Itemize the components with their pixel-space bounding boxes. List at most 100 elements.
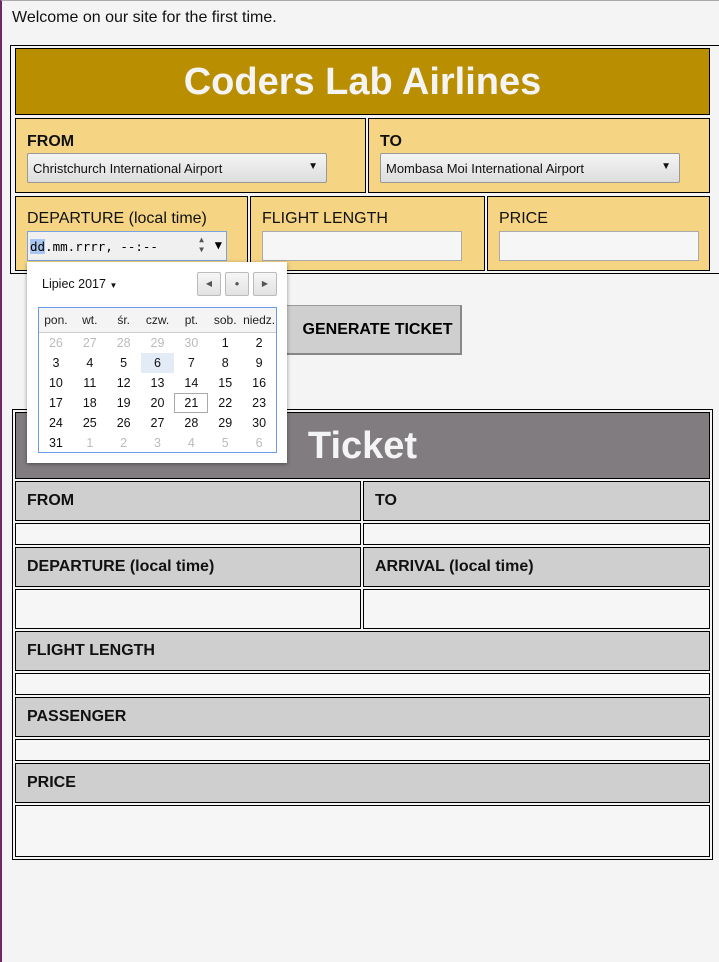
welcome-message: Welcome on our site for the first time. <box>12 9 277 26</box>
ticket-from-label-cell: FROM <box>15 481 361 521</box>
weekday-label: czw. <box>145 313 170 327</box>
spinner-icon[interactable]: ▲ ▼ <box>199 235 204 255</box>
ticket-price-value <box>15 805 710 857</box>
ticket-from-value <box>15 523 361 545</box>
ticket-passenger-label: PASSENGER <box>27 708 127 725</box>
ticket-to-label: TO <box>375 492 397 509</box>
ticket-flight-length-label: FLIGHT LENGTH <box>27 642 155 659</box>
calendar-day[interactable]: 28 <box>174 413 208 433</box>
calendar-dropdown-icon[interactable]: ▼ <box>215 238 222 252</box>
calendar-day[interactable]: 18 <box>73 393 107 413</box>
ticket-arrival-label-cell: ARRIVAL (local time) <box>363 547 710 587</box>
calendar-grid: pon. wt. śr. czw. pt. sob. niedz. 26 27 28 29 30 1 2… <box>38 307 277 453</box>
calendar-week: 26 27 28 29 30 1 2 <box>39 333 276 353</box>
to-cell: TO Mombasa Moi International Airport ▼ <box>368 118 710 193</box>
ticket-arrival-label: ARRIVAL (local time) <box>375 558 534 575</box>
departure-input[interactable]: dd.mm.rrrr, --:-- ▲ ▼ ▼ <box>27 231 227 261</box>
calendar-day[interactable]: 30 <box>174 333 208 353</box>
calendar-day[interactable]: 28 <box>107 333 141 353</box>
calendar-day[interactable]: 4 <box>174 433 208 453</box>
calendar-day[interactable]: 8 <box>208 353 242 373</box>
calendar-day[interactable]: 9 <box>242 353 276 373</box>
calendar-day[interactable]: 29 <box>208 413 242 433</box>
month-selector[interactable]: Lipiec 2017 ▼ <box>42 277 117 291</box>
calendar-week: 31 1 2 3 4 5 6 <box>39 433 276 453</box>
flight-length-input[interactable] <box>262 231 462 261</box>
calendar-day[interactable]: 13 <box>141 373 175 393</box>
form-title: Coders Lab Airlines <box>15 48 710 115</box>
day-segment: dd <box>30 239 46 254</box>
calendar-day[interactable]: 23 <box>242 393 276 413</box>
calendar-day[interactable]: 19 <box>107 393 141 413</box>
chevron-down-icon: ▼ <box>661 161 671 172</box>
calendar-week: 3456789 <box>39 353 276 373</box>
today-button[interactable]: ● <box>225 272 249 296</box>
from-label: FROM <box>27 133 75 150</box>
calendar-week: 24 25 26 27 28 29 30 <box>39 413 276 433</box>
calendar-day[interactable]: 2 <box>107 433 141 453</box>
calendar-day[interactable]: 26 <box>39 333 73 353</box>
calendar-week: 10 11 12 13 14 15 16 <box>39 373 276 393</box>
ticket-from-label: FROM <box>27 492 75 509</box>
generate-ticket-button[interactable]: GENERATE TICKET <box>264 305 462 355</box>
calendar-day[interactable]: 5 <box>107 353 141 373</box>
to-select[interactable]: Mombasa Moi International Airport ▼ <box>380 153 680 183</box>
calendar-day[interactable]: 3 <box>39 353 73 373</box>
caret-down-icon: ▼ <box>109 281 118 290</box>
calendar-day[interactable]: 26 <box>107 413 141 433</box>
calendar-day[interactable]: 10 <box>39 373 73 393</box>
weekday-label: pon. <box>44 313 68 327</box>
calendar-day[interactable]: 12 <box>107 373 141 393</box>
month-label: Lipiec 2017 <box>42 277 106 291</box>
ticket-departure-label: DEPARTURE (local time) <box>27 558 215 575</box>
weekday-label: śr. <box>117 313 130 327</box>
calendar-day[interactable]: 6 <box>242 433 276 453</box>
ticket-passenger-label-cell: PASSENGER <box>15 697 710 737</box>
calendar-day[interactable]: 1 <box>73 433 107 453</box>
price-cell: PRICE <box>487 196 710 271</box>
calendar-day[interactable]: 21 <box>174 393 209 413</box>
calendar-day[interactable]: 20 <box>141 393 175 413</box>
weekday-header: pon. wt. śr. czw. pt. sob. niedz. <box>39 308 276 333</box>
calendar-day[interactable]: 15 <box>208 373 242 393</box>
calendar-day[interactable]: 6 <box>140 353 175 373</box>
flight-length-cell: FLIGHT LENGTH <box>250 196 485 271</box>
ticket-to-label-cell: TO <box>363 481 710 521</box>
from-select[interactable]: Christchurch International Airport ▼ <box>27 153 327 183</box>
calendar-day[interactable]: 14 <box>174 373 208 393</box>
to-value: Mombasa Moi International Airport <box>386 161 584 176</box>
prev-month-button[interactable]: ◀ <box>197 272 221 296</box>
calendar-day[interactable]: 27 <box>141 413 175 433</box>
calendar-day[interactable]: 16 <box>242 373 276 393</box>
price-input[interactable] <box>499 231 699 261</box>
calendar-day[interactable]: 7 <box>174 353 208 373</box>
date-rest: .mm.rrrr, --:-- <box>45 239 158 254</box>
calendar-day[interactable]: 29 <box>141 333 175 353</box>
price-label: PRICE <box>499 210 548 227</box>
departure-cell: DEPARTURE (local time) dd.mm.rrrr, --:--… <box>15 196 248 271</box>
calendar-day[interactable]: 1 <box>208 333 242 353</box>
calendar-day[interactable]: 24 <box>39 413 73 433</box>
weekday-label: sob. <box>213 313 237 327</box>
date-picker-popup: Lipiec 2017 ▼ ◀ ● ▶ pon. wt. śr. czw. pt. sob… <box>27 262 287 463</box>
calendar-day[interactable]: 31 <box>39 433 73 453</box>
calendar-day[interactable]: 4 <box>73 353 107 373</box>
chevron-down-icon: ▼ <box>308 161 318 172</box>
ticket-price-label: PRICE <box>27 774 76 791</box>
next-month-button[interactable]: ▶ <box>253 272 277 296</box>
calendar-week: 17 18 19 20 21 22 23 <box>39 393 276 413</box>
calendar-day[interactable]: 11 <box>73 373 107 393</box>
calendar-day[interactable]: 25 <box>73 413 107 433</box>
calendar-day[interactable]: 22 <box>208 393 242 413</box>
calendar-day[interactable]: 17 <box>39 393 73 413</box>
calendar-day[interactable]: 3 <box>141 433 175 453</box>
from-value: Christchurch International Airport <box>33 161 223 176</box>
calendar-day[interactable]: 27 <box>73 333 107 353</box>
departure-label: DEPARTURE (local time) <box>27 210 207 227</box>
calendar-day[interactable]: 2 <box>242 333 276 353</box>
ticket-to-value <box>363 523 710 545</box>
ticket-passenger-value <box>15 739 710 761</box>
calendar-day[interactable]: 30 <box>242 413 276 433</box>
ticket-departure-label-cell: DEPARTURE (local time) <box>15 547 361 587</box>
calendar-day[interactable]: 5 <box>208 433 242 453</box>
